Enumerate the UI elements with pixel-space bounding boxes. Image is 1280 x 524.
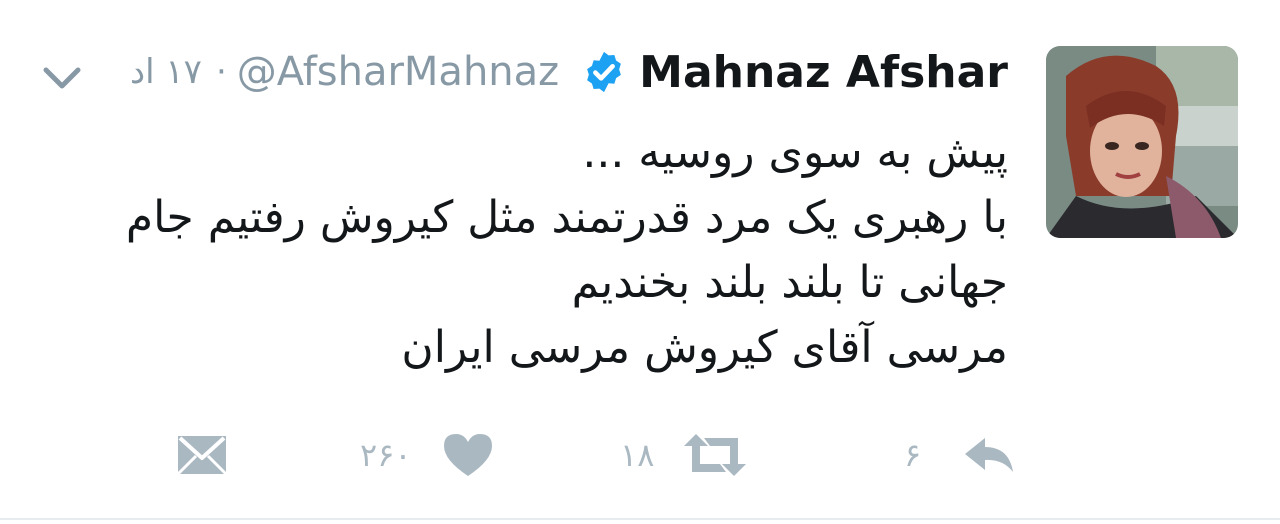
reply-count: ۶ (904, 436, 922, 474)
tweet-line: با رهبری یک مرد قدرتمند مثل کیروش رفتیم … (125, 192, 1008, 243)
tweet-actions: ۶ ۱۸ ۲۶۰ (0, 420, 1280, 490)
tweet-divider (0, 518, 1280, 520)
verified-badge-icon (587, 51, 622, 93)
like-action[interactable]: ۲۶۰ (360, 420, 494, 490)
reply-action[interactable]: ۶ (904, 420, 1017, 490)
heart-icon[interactable] (442, 432, 494, 478)
tweet-card[interactable]: ۱۷ اد · @AfsharMahnaz Mahnaz Afshar پیش … (0, 0, 1280, 524)
tweet-time[interactable]: ۱۷ اد (130, 52, 202, 92)
avatar[interactable] (1046, 46, 1238, 238)
tweet-line: پیش به سوی روسیه ... (582, 127, 1008, 178)
tweet-line: مرسی آقای کیروش مرسی ایران (401, 322, 1008, 373)
chevron-down-icon[interactable] (40, 56, 84, 100)
retweet-count: ۱۸ (620, 436, 655, 474)
direct-message-icon[interactable] (176, 432, 228, 478)
retweet-action[interactable]: ۱۸ (620, 420, 748, 490)
message-action[interactable] (176, 420, 228, 490)
retweet-icon[interactable] (682, 432, 748, 478)
tweet-text: پیش به سوی روسیه ... با رهبری یک مرد قدر… (68, 120, 1008, 380)
avatar-image (1046, 46, 1238, 238)
reply-icon[interactable] (961, 432, 1017, 478)
header-separator: · (215, 52, 227, 92)
tweet-line: جهانی تا بلند بلند بخندیم (571, 257, 1008, 308)
author-name[interactable]: Mahnaz Afshar (639, 47, 1008, 98)
tweet-header: ۱۷ اد · @AfsharMahnaz Mahnaz Afshar (130, 42, 1008, 102)
like-count: ۲۶۰ (360, 436, 412, 474)
author-handle[interactable]: @AfsharMahnaz (237, 49, 559, 95)
